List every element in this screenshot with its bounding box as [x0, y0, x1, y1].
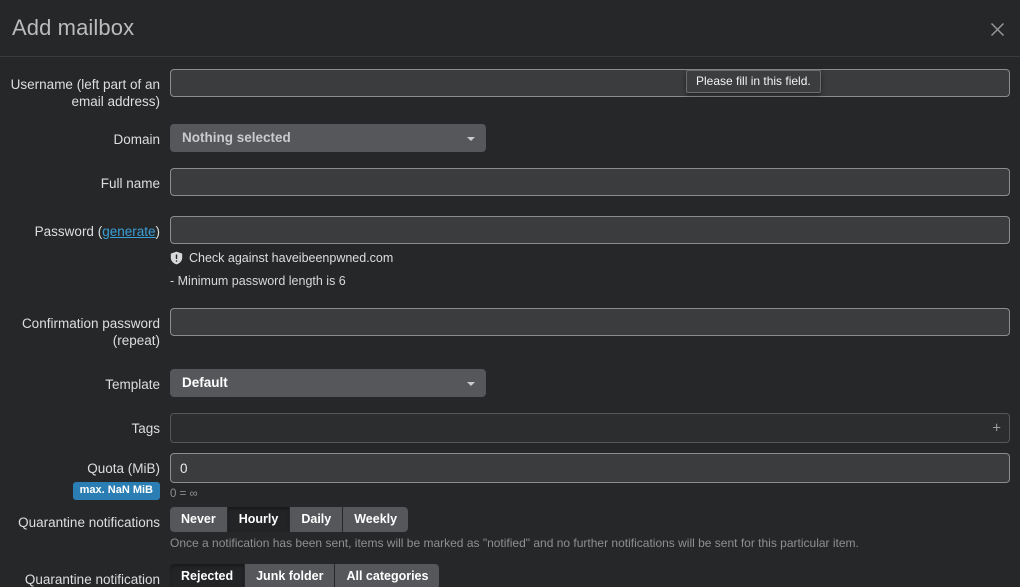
quarantine-notifications-wrap: Never Hourly Daily Weekly Once a notific…	[170, 507, 1010, 550]
quarantine-notifications-label: Quarantine notifications	[0, 507, 170, 531]
full-name-label: Full name	[0, 168, 170, 192]
full-name-input[interactable]	[170, 168, 1010, 196]
quota-max-badge: max. NaN MiB	[73, 482, 160, 500]
quarantine-notification-category-label: Quarantine notification	[0, 564, 170, 587]
confirmation-password-label-line1: Confirmation password	[22, 316, 160, 331]
form-row-domain: Domain Nothing selected	[0, 124, 1020, 152]
plus-icon[interactable]: +	[992, 421, 1001, 436]
password-input[interactable]	[170, 216, 1010, 244]
form-row-quota: Quota (MiB) max. NaN MiB 0 = ∞	[0, 453, 1020, 501]
quarantine-category-option-rejected[interactable]: Rejected	[170, 564, 244, 587]
template-label: Template	[0, 369, 170, 393]
template-field-wrap: Default	[170, 369, 1010, 397]
close-icon[interactable]	[984, 16, 1010, 42]
page-title: Add mailbox	[12, 15, 134, 41]
confirmation-password-field-wrap	[170, 308, 1010, 336]
quarantine-notification-option-weekly[interactable]: Weekly	[343, 507, 408, 532]
username-input[interactable]	[170, 69, 1010, 97]
username-field-wrap	[170, 69, 1010, 97]
add-mailbox-form: Username (left part of an email address)…	[0, 57, 1020, 587]
confirmation-password-input[interactable]	[170, 308, 1010, 336]
form-row-template: Template Default	[0, 369, 1020, 397]
full-name-field-wrap	[170, 168, 1010, 196]
template-select[interactable]: Default	[170, 369, 486, 397]
domain-select-value: Nothing selected	[182, 130, 291, 145]
form-row-quarantine-notifications: Quarantine notifications Never Hourly Da…	[0, 507, 1020, 550]
quota-help-text: 0 = ∞	[170, 487, 1010, 501]
username-label: Username (left part of an email address)	[0, 69, 170, 110]
tags-label: Tags	[0, 413, 170, 437]
pwned-check-toggle[interactable]: Check against haveibeenpwned.com	[170, 251, 1010, 265]
form-row-password: Password (generate) Check against haveib…	[0, 216, 1020, 288]
quarantine-notification-option-daily[interactable]: Daily	[290, 507, 342, 532]
tags-input[interactable]: +	[170, 413, 1010, 443]
template-select-value: Default	[182, 375, 228, 390]
username-label-line2: email address)	[0, 93, 160, 110]
form-row-username: Username (left part of an email address)	[0, 69, 1020, 110]
quarantine-notifications-btn-group: Never Hourly Daily Weekly	[170, 507, 408, 532]
quota-field-wrap: 0 = ∞	[170, 453, 1010, 501]
quarantine-notification-category-btn-group: Rejected Junk folder All categories	[170, 564, 439, 587]
quarantine-notification-option-never[interactable]: Never	[170, 507, 227, 532]
password-min-length-note: - Minimum password length is 6	[170, 274, 1010, 288]
validation-tooltip: Please fill in this field.	[686, 70, 821, 93]
domain-label: Domain	[0, 124, 170, 148]
quota-label-text: Quota (MiB)	[87, 461, 160, 476]
pwned-check-label: Check against haveibeenpwned.com	[189, 251, 393, 265]
tags-field-wrap: +	[170, 413, 1010, 443]
password-label-suffix: )	[156, 224, 161, 239]
modal-header: Add mailbox	[0, 0, 1020, 57]
quarantine-category-option-junk-folder[interactable]: Junk folder	[245, 564, 334, 587]
form-row-tags: Tags +	[0, 413, 1020, 443]
generate-password-link[interactable]: generate	[102, 224, 155, 239]
quarantine-notification-category-wrap: Rejected Junk folder All categories	[170, 564, 1010, 587]
domain-field-wrap: Nothing selected	[170, 124, 1010, 152]
form-row-quarantine-notification-category: Quarantine notification Rejected Junk fo…	[0, 564, 1020, 587]
confirmation-password-label: Confirmation password (repeat)	[0, 308, 170, 349]
quarantine-category-option-all-categories[interactable]: All categories	[335, 564, 439, 587]
password-field-wrap: Check against haveibeenpwned.com - Minim…	[170, 216, 1010, 288]
confirmation-password-label-line2: (repeat)	[0, 332, 160, 349]
chevron-down-icon	[467, 137, 475, 141]
password-label-prefix: Password (	[35, 224, 103, 239]
shield-exclamation-icon	[170, 251, 183, 265]
form-row-full-name: Full name	[0, 168, 1020, 196]
quarantine-notifications-help: Once a notification has been sent, items…	[170, 536, 1010, 550]
username-label-line1: Username (left part of an	[11, 77, 160, 92]
chevron-down-icon	[467, 382, 475, 386]
quota-input[interactable]	[170, 453, 1010, 483]
quarantine-notification-option-hourly[interactable]: Hourly	[228, 507, 290, 532]
form-row-confirmation-password: Confirmation password (repeat)	[0, 308, 1020, 349]
password-label: Password (generate)	[0, 216, 170, 240]
domain-select[interactable]: Nothing selected	[170, 124, 486, 152]
quota-label: Quota (MiB) max. NaN MiB	[0, 453, 170, 500]
